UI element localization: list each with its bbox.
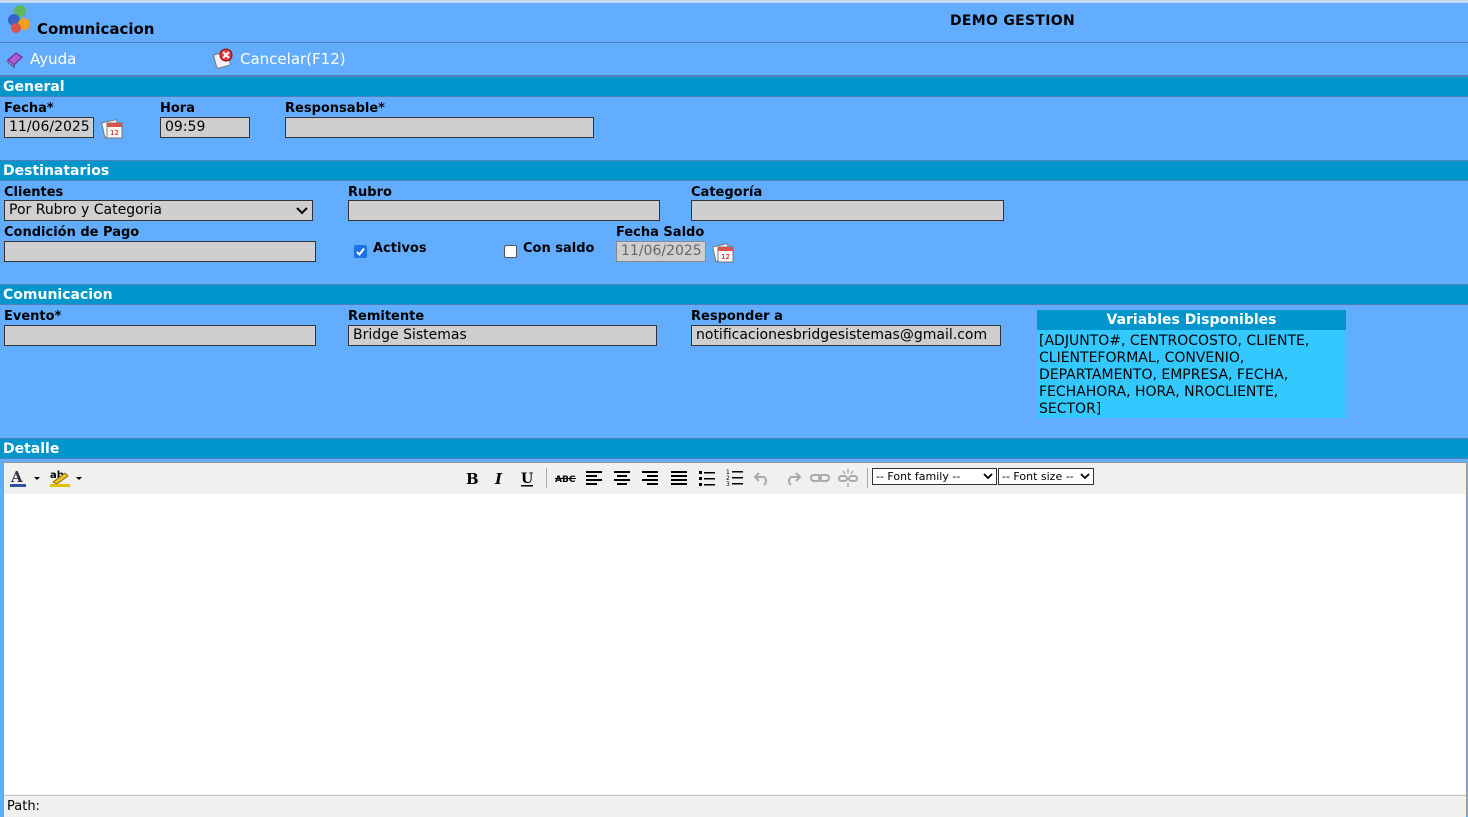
- variables-list: [ADJUNTO#, CENTROCOSTO, CLIENTE, CLIENTE…: [1039, 333, 1310, 417]
- toolbar-separator: [867, 468, 868, 488]
- responder-a-input[interactable]: notificacionesbridgesistemas@gmail.com: [691, 325, 1001, 346]
- strikethrough-button[interactable]: ABC: [555, 467, 577, 489]
- highlight-color-button[interactable]: ab: [48, 467, 84, 489]
- cancel-button[interactable]: Cancelar(F12): [212, 48, 346, 70]
- numbered-list-icon: 123: [726, 469, 743, 488]
- underline-button[interactable]: U: [516, 467, 538, 489]
- help-button[interactable]: Ayuda: [6, 50, 76, 68]
- path-label: Path:: [7, 799, 40, 814]
- responsable-input[interactable]: [285, 117, 594, 138]
- svg-text:3: 3: [726, 481, 730, 488]
- italic-button[interactable]: I: [488, 467, 510, 489]
- svg-text:A: A: [10, 468, 23, 486]
- evento-label: Evento*: [4, 309, 62, 324]
- link-button[interactable]: [809, 467, 831, 489]
- remitente-label: Remitente: [348, 309, 425, 324]
- link-icon: [810, 474, 830, 482]
- clientes-select[interactable]: Por Rubro y Categoria: [4, 200, 313, 221]
- hora-label: Hora: [160, 101, 195, 116]
- svg-text:12: 12: [721, 253, 730, 261]
- con-saldo-checkbox[interactable]: [504, 245, 517, 258]
- responder-a-label: Responder a: [691, 309, 783, 324]
- align-center-button[interactable]: [611, 467, 633, 489]
- unlink-button[interactable]: [837, 467, 859, 489]
- fecha-input[interactable]: 11/06/2025: [4, 117, 94, 138]
- fecha-label: Fecha*: [4, 101, 54, 116]
- condicion-pago-label: Condición de Pago: [4, 225, 140, 240]
- hora-input[interactable]: 09:59: [160, 117, 250, 138]
- app-logo-icon: [8, 5, 30, 33]
- variables-title: Variables Disponibles: [1037, 310, 1346, 330]
- svg-text:ABC: ABC: [555, 475, 576, 485]
- chevron-down-icon: [296, 206, 308, 214]
- font-family-select-value: -- Font family --: [876, 470, 961, 483]
- fecha-saldo-input[interactable]: 11/06/2025: [616, 241, 706, 262]
- rubro-label: Rubro: [348, 185, 392, 200]
- bullet-list-button[interactable]: [696, 467, 718, 489]
- fecha-saldo-calendar-icon[interactable]: 12: [711, 240, 735, 264]
- align-right-icon: [642, 471, 658, 485]
- bold-button[interactable]: B: [460, 467, 482, 489]
- svg-text:I: I: [494, 470, 503, 488]
- section-general-header: General: [0, 76, 1468, 97]
- text-color-button[interactable]: A: [8, 467, 42, 489]
- strikethrough-icon: ABC: [555, 475, 576, 485]
- align-center-icon: [614, 471, 630, 485]
- remitente-input[interactable]: Bridge Sistemas: [348, 325, 657, 346]
- company-name: DEMO GESTION: [950, 13, 1076, 29]
- svg-text:12: 12: [110, 129, 119, 137]
- svg-text:U: U: [521, 471, 533, 487]
- con-saldo-label: Con saldo: [523, 241, 595, 256]
- underline-icon: U: [521, 471, 533, 487]
- window-title: Comunicacion: [37, 20, 155, 38]
- evento-input[interactable]: [4, 325, 316, 346]
- italic-icon: I: [494, 470, 503, 488]
- clientes-label: Clientes: [4, 185, 64, 200]
- categoria-label: Categoría: [691, 185, 763, 200]
- responsable-label: Responsable*: [285, 101, 385, 116]
- bullet-list-icon: [699, 471, 715, 486]
- fecha-saldo-label: Fecha Saldo: [616, 225, 705, 240]
- cancel-button-label: Cancelar(F12): [240, 50, 346, 68]
- rubro-input[interactable]: [348, 200, 660, 221]
- categoria-input[interactable]: [691, 200, 1004, 221]
- align-right-button[interactable]: [639, 467, 661, 489]
- editor-path-bar: Path:: [4, 795, 1466, 817]
- text-color-icon: A: [10, 468, 40, 487]
- font-size-select-value: -- Font size --: [1002, 470, 1074, 483]
- cancel-icon: [213, 48, 233, 69]
- redo-icon: [788, 472, 802, 486]
- section-comunicacion-header: Comunicacion: [0, 284, 1468, 305]
- chevron-down-icon: [983, 473, 993, 480]
- svg-text:B: B: [466, 470, 479, 488]
- redo-button[interactable]: [781, 467, 803, 489]
- chevron-down-icon: [1080, 473, 1090, 480]
- section-detalle-header: Detalle: [0, 438, 1468, 459]
- toolbar-separator: [546, 468, 547, 488]
- editor-content-area[interactable]: [4, 494, 1466, 794]
- help-book-icon: [7, 52, 23, 68]
- help-button-label: Ayuda: [30, 50, 77, 68]
- numbered-list-button[interactable]: 123: [724, 467, 746, 489]
- align-left-button[interactable]: [583, 467, 605, 489]
- clientes-select-value: Por Rubro y Categoria: [9, 202, 162, 218]
- undo-icon: [753, 472, 767, 486]
- undo-button[interactable]: [752, 467, 774, 489]
- highlight-color-icon: ab: [50, 470, 82, 487]
- font-family-select[interactable]: -- Font family --: [872, 468, 997, 485]
- activos-label: Activos: [373, 241, 427, 256]
- unlink-icon: [838, 469, 858, 487]
- align-justify-button[interactable]: [668, 467, 690, 489]
- activos-checkbox[interactable]: [354, 245, 367, 258]
- align-left-icon: [586, 471, 602, 485]
- checkmark-icon: [356, 247, 365, 257]
- align-justify-icon: [671, 471, 687, 485]
- fecha-calendar-icon[interactable]: 12: [100, 116, 124, 140]
- condicion-pago-input[interactable]: [4, 241, 316, 262]
- font-size-select[interactable]: -- Font size --: [998, 468, 1094, 485]
- section-destinatarios-header: Destinatarios: [0, 160, 1468, 181]
- title-bar: [0, 3, 1468, 43]
- bold-icon: B: [466, 470, 479, 488]
